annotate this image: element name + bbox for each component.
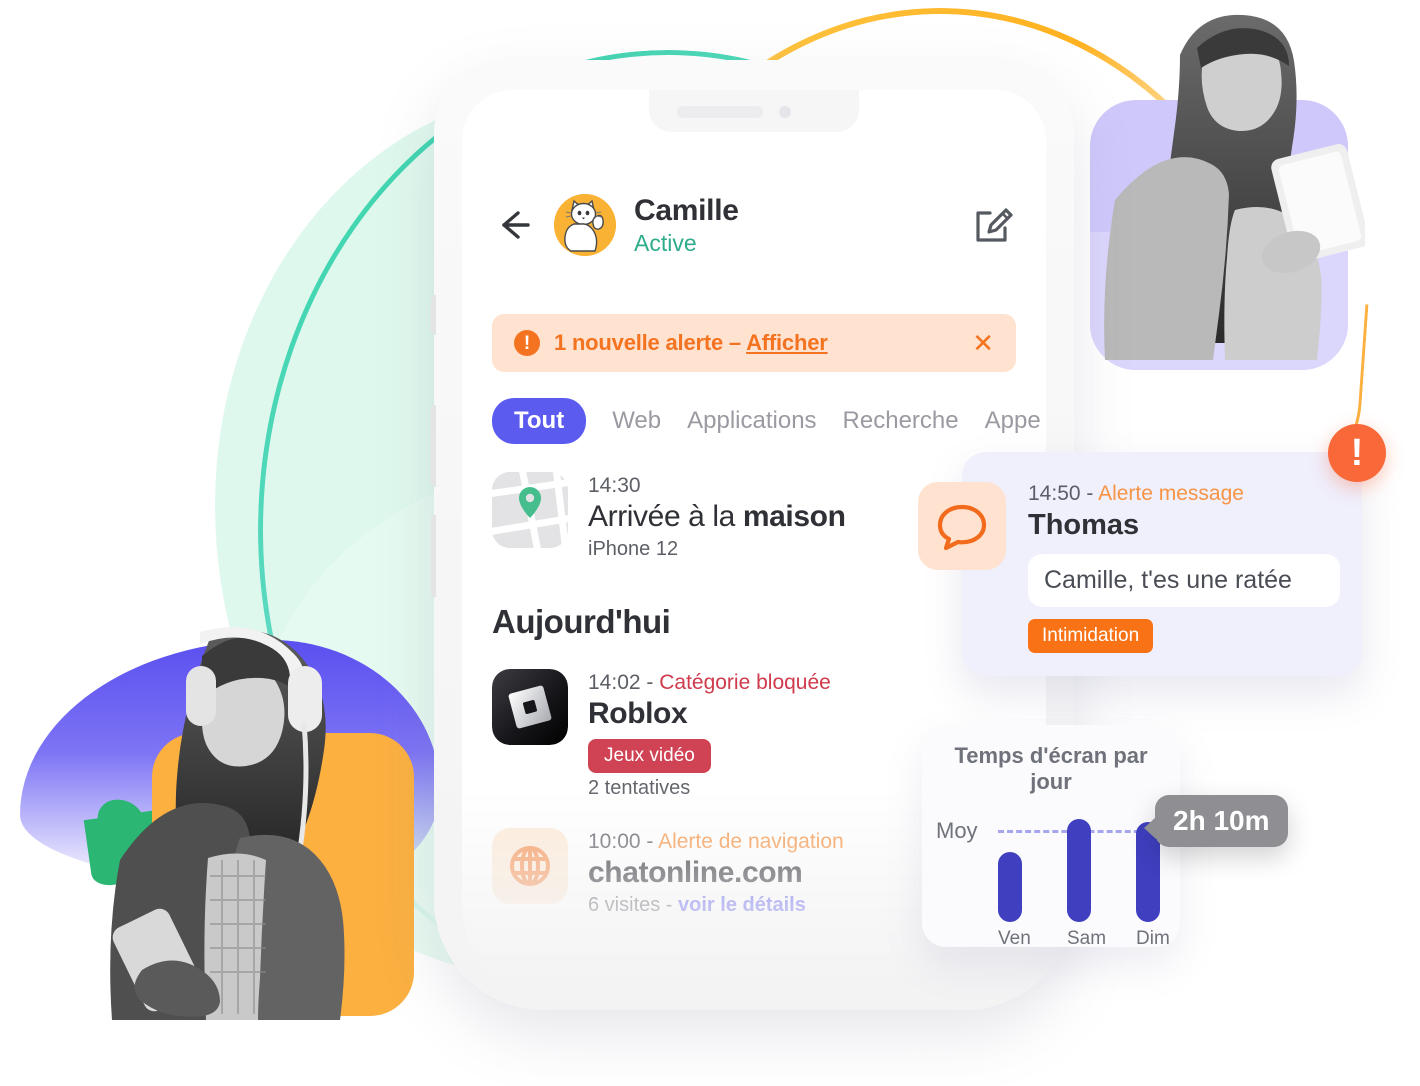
photo-woman-with-tablet <box>1085 0 1365 360</box>
photo-girl-with-headphones <box>60 610 420 1020</box>
roblox-time-value: 14:02 - <box>588 671 660 694</box>
screen-time-chart: Moy <box>936 804 1176 922</box>
roblox-icon <box>492 669 568 745</box>
phone-front-camera <box>779 106 791 118</box>
tab-web[interactable]: Web <box>612 407 661 435</box>
map-pin-icon <box>492 472 568 548</box>
website-visits-count: 6 visites - <box>588 894 679 916</box>
message-alert-card[interactable]: ! 14:50 - Alerte message Thomas Camille,… <box>918 424 1386 676</box>
alert-banner[interactable]: ! 1 nouvelle alerte – Afficher ✕ <box>492 314 1016 372</box>
page-root: Camille Active ! 1 nouvelle alerte – Aff… <box>0 0 1420 1086</box>
roblox-title: Roblox <box>588 697 688 730</box>
location-title-light: Arrivée à la <box>588 500 743 533</box>
app-header: Camille Active <box>462 170 1046 280</box>
phone-volume-up-button[interactable] <box>431 405 436 487</box>
website-kind: Alerte de navigation <box>658 830 844 853</box>
day-label-dim: Dim <box>1136 927 1170 949</box>
tab-tout[interactable]: Tout <box>492 398 587 444</box>
timeline-item-roblox-body: 14:02 - Catégorie bloquée Roblox Jeux vi… <box>588 669 831 800</box>
roblox-category-chip: Jeux vidéo <box>588 739 711 773</box>
back-arrow-icon[interactable] <box>494 205 534 245</box>
screen-time-average-label: Moy <box>936 817 978 843</box>
message-alert-sender: Thomas <box>1028 509 1140 541</box>
roblox-kind: Catégorie bloquée <box>659 671 831 694</box>
profile-status: Active <box>634 230 697 257</box>
phone-notch <box>649 90 859 132</box>
section-title-today: Aujourd'hui <box>492 603 671 640</box>
website-time-value: 10:00 - <box>588 830 659 853</box>
timeline-item-website-body: 10:00 - Alerte de navigation chatonline.… <box>588 828 844 917</box>
alert-banner-link[interactable]: Afficher <box>746 330 828 355</box>
message-alert-body: 14:50 - Alerte message Thomas Camille, t… <box>1028 482 1340 653</box>
profile-info: Camille Active <box>634 194 739 257</box>
message-alert-chip: Intimidation <box>1028 619 1154 653</box>
screen-time-title: Temps d'écran par jour <box>954 743 1148 795</box>
tab-recherche[interactable]: Recherche <box>843 407 959 435</box>
screen-time-card[interactable]: Temps d'écran par jour Moy Ven Sam Dim <box>922 725 1180 950</box>
edit-pencil-icon[interactable] <box>972 204 1014 246</box>
screen-time-bars <box>998 810 1160 922</box>
location-device: iPhone 12 <box>588 538 679 560</box>
profile-name: Camille <box>634 193 739 227</box>
roblox-attempts: 2 tentatives <box>588 777 691 799</box>
alert-banner-message: 1 nouvelle alerte – <box>554 330 747 355</box>
alert-exclamation-badge: ! <box>1328 424 1386 482</box>
close-icon[interactable]: ✕ <box>972 330 994 356</box>
screen-time-tooltip: 2h 10m <box>1144 795 1288 847</box>
message-alert-time: 14:50 - Alerte message <box>1028 482 1340 506</box>
message-alert-kind: Alerte message <box>1098 482 1244 505</box>
phone-mute-switch[interactable] <box>431 295 436 335</box>
website-details-link[interactable]: voir le détails <box>678 894 806 916</box>
day-label-sam: Sam <box>1067 927 1107 949</box>
filter-tabs: Tout Web Applications Recherche Appe <box>492 398 1041 444</box>
location-title: Arrivée à la maison <box>588 500 846 534</box>
screen-time-day-labels: Ven Sam Dim <box>922 922 1180 950</box>
phone-speaker <box>677 106 763 118</box>
website-time: 10:00 - Alerte de navigation <box>588 830 844 854</box>
bar-ven <box>998 851 1022 922</box>
tab-appels[interactable]: Appe <box>985 407 1041 435</box>
website-title: chatonline.com <box>588 856 803 889</box>
roblox-time: 14:02 - Catégorie bloquée <box>588 671 831 695</box>
tab-applications[interactable]: Applications <box>687 407 816 435</box>
website-visits: 6 visites - voir le détails <box>588 894 844 917</box>
day-label-ven: Ven <box>998 927 1031 949</box>
message-alert-text: Camille, t'es une ratée <box>1028 554 1340 607</box>
globe-icon <box>492 828 568 904</box>
chat-bubble-icon <box>918 482 1006 570</box>
alert-banner-text: 1 nouvelle alerte – Afficher <box>554 330 828 356</box>
avatar[interactable] <box>554 194 616 256</box>
location-time: 14:30 <box>588 474 641 497</box>
timeline-item-location-body: 14:30 Arrivée à la maison iPhone 12 <box>588 472 846 561</box>
message-alert-time-value: 14:50 - <box>1028 482 1099 505</box>
bar-sam <box>1067 818 1091 922</box>
phone-volume-down-button[interactable] <box>431 515 436 597</box>
location-title-bold: maison <box>742 500 846 533</box>
exclamation-icon: ! <box>514 330 540 356</box>
